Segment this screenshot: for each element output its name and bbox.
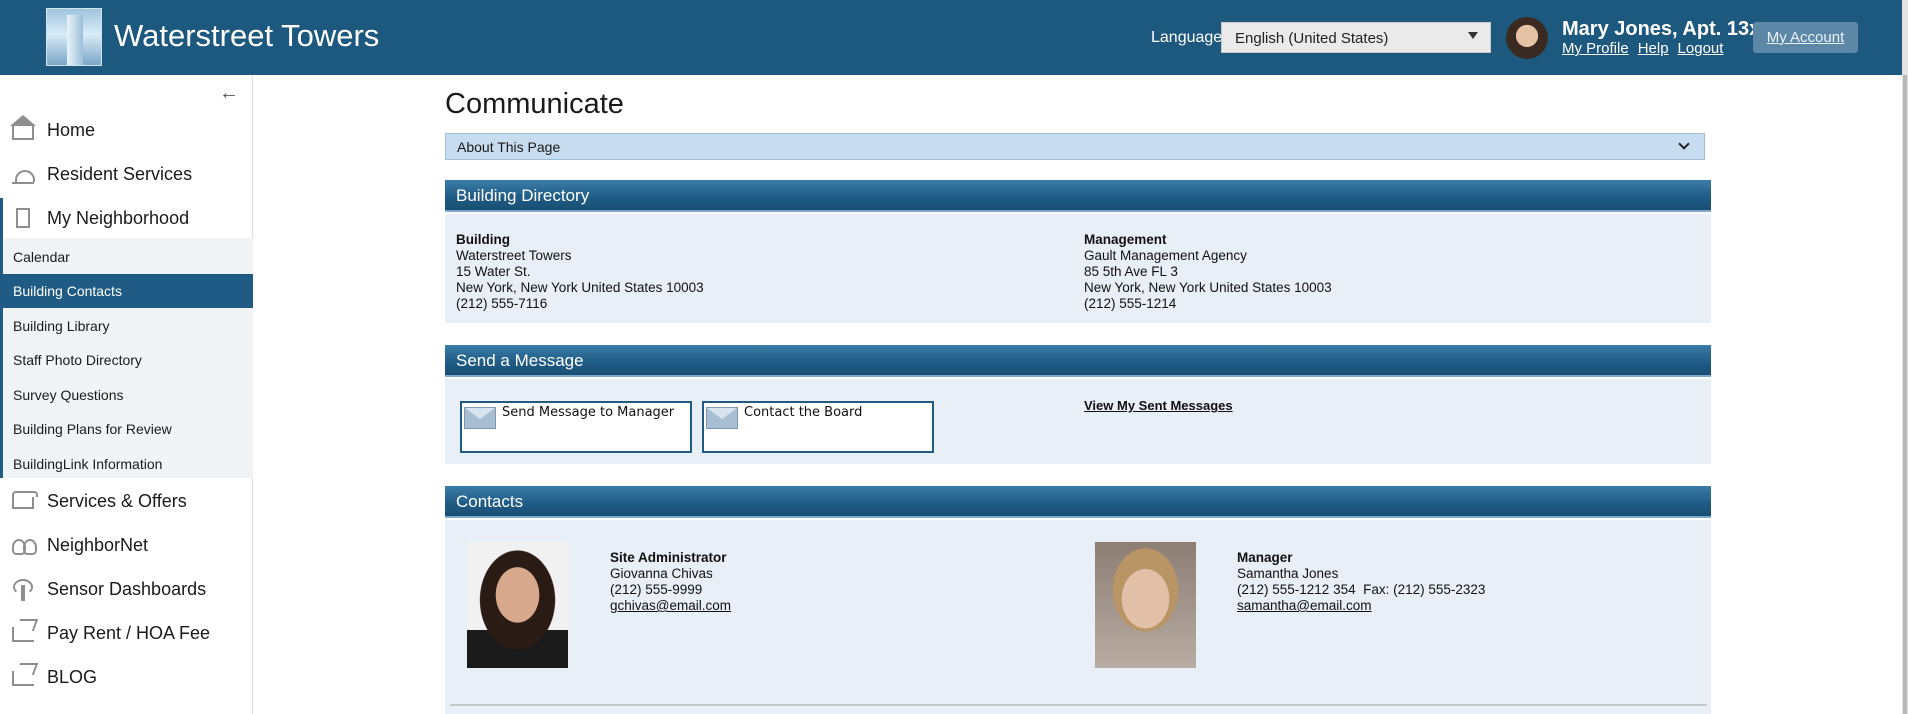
contact-card: Manager Samantha Jones (212) 555-1212 35… — [1237, 550, 1485, 614]
submenu-item-building-contacts[interactable]: Building Contacts — [0, 274, 253, 308]
building-city: New York, New York United States 10003 — [456, 280, 704, 295]
building-directory-panel: Building Waterstreet Towers 15 Water St.… — [445, 214, 1711, 323]
contacts-header: Contacts — [445, 486, 1711, 518]
nav-item-services-offers[interactable]: Services & Offers — [0, 479, 253, 523]
share-icon — [12, 627, 34, 642]
about-this-page-toggle[interactable]: About This Page — [445, 133, 1705, 160]
home-icon — [10, 115, 36, 140]
management-name: Gault Management Agency — [1084, 248, 1247, 263]
language-select[interactable]: English (United States) — [1221, 22, 1491, 53]
sensor-icon — [12, 579, 34, 601]
bell-icon — [12, 164, 35, 184]
contact-email-link[interactable]: samantha@email.com — [1237, 598, 1372, 613]
active-section-indicator — [0, 198, 3, 478]
dropdown-arrow-icon — [1468, 32, 1478, 39]
nav-item-sensor-dashboards[interactable]: Sensor Dashboards — [0, 567, 253, 611]
nav-item-my-neighborhood[interactable]: My Neighborhood — [0, 196, 253, 240]
submenu-item-staff-photo-directory[interactable]: Staff Photo Directory — [0, 343, 253, 377]
button-label: Send Message to Manager — [502, 405, 675, 420]
user-avatar[interactable] — [1506, 17, 1548, 59]
nav-item-blog[interactable]: BLOG — [0, 655, 253, 699]
section-title: Send a Message — [456, 351, 584, 370]
section-title: Contacts — [456, 492, 524, 511]
send-message-to-manager-button[interactable]: Send Message to Manager — [460, 401, 692, 453]
nav-label: Resident Services — [47, 163, 193, 184]
contact-phone: (212) 555-1212 354 Fax: (212) 555-2323 — [1237, 582, 1486, 597]
nav-item-pay-rent[interactable]: Pay Rent / HOA Fee — [0, 611, 253, 655]
view-sent-messages-link[interactable]: View My Sent Messages — [1084, 398, 1233, 413]
submenu-item-building-library[interactable]: Building Library — [0, 309, 253, 343]
site-title[interactable]: Waterstreet Towers — [114, 18, 379, 54]
management-phone: (212) 555-1214 — [1084, 296, 1177, 311]
collapse-sidebar-icon[interactable]: ← — [219, 82, 239, 105]
nav-label: Services & Offers — [47, 490, 187, 511]
contact-name: Samantha Jones — [1237, 566, 1339, 581]
chevron-down-icon — [1678, 138, 1690, 150]
page-title: Communicate — [445, 88, 624, 120]
building-info: Building Waterstreet Towers 15 Water St.… — [456, 232, 704, 312]
envelope-icon — [706, 407, 738, 429]
contact-photo — [1095, 542, 1196, 668]
contact-phone: (212) 555-9999 — [610, 582, 703, 597]
my-profile-link[interactable]: My Profile — [1562, 40, 1629, 57]
people-icon — [12, 535, 37, 555]
building-street: 15 Water St. — [456, 264, 531, 279]
user-name: Mary Jones, Apt. 13x — [1562, 18, 1761, 40]
section-title: Building Directory — [456, 186, 590, 205]
nav-label: Home — [47, 119, 96, 140]
nav-label: Pay Rent / HOA Fee — [47, 622, 211, 643]
management-street: 85 5th Ave FL 3 — [1084, 264, 1178, 279]
sidebar: ← Home Resident Services My Neighborhood… — [0, 75, 253, 714]
neighborhood-submenu: Calendar Building Contacts Building Libr… — [0, 238, 253, 478]
submenu-item-calendar[interactable]: Calendar — [0, 240, 253, 274]
submenu-item-building-plans[interactable]: Building Plans for Review — [0, 412, 253, 446]
contact-name: Giovanna Chivas — [610, 566, 713, 581]
share-icon — [12, 671, 34, 686]
top-header: Waterstreet Towers Language: English (Un… — [0, 0, 1908, 75]
nav-label: My Neighborhood — [47, 207, 190, 228]
submenu-item-survey-questions[interactable]: Survey Questions — [0, 378, 253, 412]
basket-icon — [12, 491, 38, 509]
nav-item-home[interactable]: Home — [0, 108, 253, 152]
building-heading: Building — [456, 232, 510, 247]
nav-item-neighbornet[interactable]: NeighborNet — [0, 523, 253, 567]
logout-link[interactable]: Logout — [1678, 40, 1724, 57]
contact-role: Site Administrator — [610, 550, 727, 565]
nav-item-resident-services[interactable]: Resident Services — [0, 152, 253, 196]
language-value: English (United States) — [1235, 30, 1389, 47]
send-message-header: Send a Message — [445, 345, 1711, 377]
nav-label: NeighborNet — [47, 534, 149, 555]
divider — [450, 704, 1707, 706]
contact-card: Site Administrator Giovanna Chivas (212)… — [610, 550, 731, 614]
help-link[interactable]: Help — [1638, 40, 1669, 57]
my-account-button[interactable]: My Account — [1753, 22, 1858, 53]
language-label: Language: — [1151, 29, 1227, 46]
management-city: New York, New York United States 10003 — [1084, 280, 1332, 295]
about-label: About This Page — [457, 139, 561, 155]
envelope-icon — [464, 407, 496, 429]
contact-email-link[interactable]: gchivas@email.com — [610, 598, 731, 613]
scrollbar-thumb[interactable] — [1903, 75, 1907, 714]
management-info: Management Gault Management Agency 85 5t… — [1084, 232, 1332, 312]
contact-role: Manager — [1237, 550, 1293, 565]
building-name: Waterstreet Towers — [456, 248, 572, 263]
nav-label: BLOG — [47, 666, 98, 687]
button-label: Contact the Board — [744, 405, 863, 420]
building-logo[interactable] — [46, 8, 102, 66]
contact-the-board-button[interactable]: Contact the Board — [702, 401, 934, 453]
contact-photo — [467, 542, 568, 668]
submenu-item-buildinglink-info[interactable]: BuildingLink Information — [0, 447, 253, 481]
building-icon — [16, 208, 30, 228]
building-directory-header: Building Directory — [445, 180, 1711, 212]
management-heading: Management — [1084, 232, 1167, 247]
user-links: My Profile Help Logout — [1562, 40, 1732, 57]
nav-label: Sensor Dashboards — [47, 578, 207, 599]
building-phone: (212) 555-7116 — [456, 296, 548, 311]
